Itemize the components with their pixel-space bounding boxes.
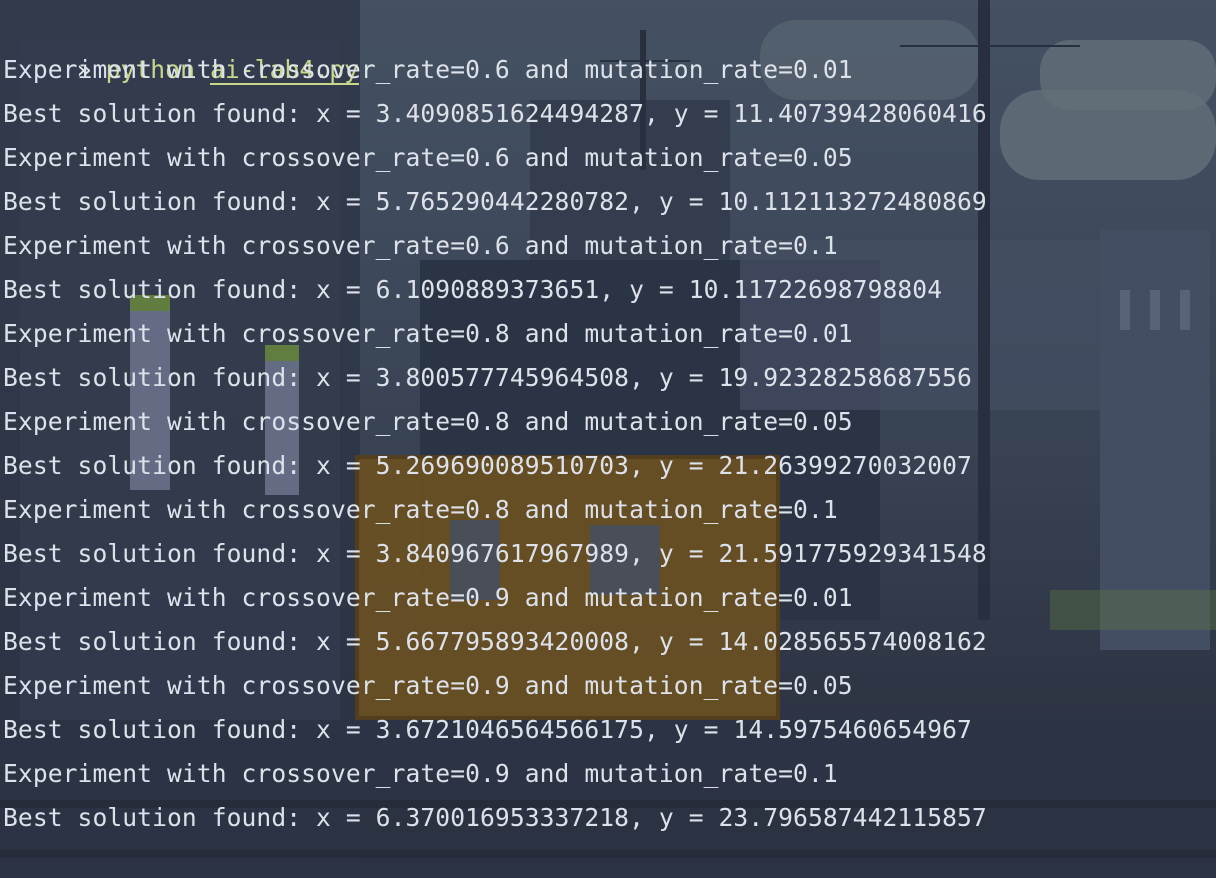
best-solution-line: Best solution found: x = 3.8005777459645… [3, 363, 972, 392]
best-solution-line: Best solution found: x = 3.6721046564566… [3, 715, 972, 744]
experiment-header-line: Experiment with crossover_rate=0.8 and m… [3, 407, 853, 436]
terminal-output[interactable]: » python ai-lab4.py Experiment with cross… [0, 0, 1216, 878]
experiment-header-line: Experiment with crossover_rate=0.8 and m… [3, 495, 838, 524]
best-solution-line: Best solution found: x = 6.3700169533372… [3, 803, 987, 832]
experiment-header-line: Experiment with crossover_rate=0.9 and m… [3, 583, 853, 612]
experiment-header-line: Experiment with crossover_rate=0.6 and m… [3, 231, 838, 260]
command-prompt-line: » python ai-lab4.py [3, 4, 1216, 84]
best-solution-line: Best solution found: x = 6.1090889373651… [3, 275, 943, 304]
best-solution-line: Best solution found: x = 3.4090851624494… [3, 99, 987, 128]
experiment-header-line: Experiment with crossover_rate=0.6 and m… [3, 143, 853, 172]
best-solution-line: Best solution found: x = 5.6677958934200… [3, 627, 987, 656]
experiment-header-line: Experiment with crossover_rate=0.9 and m… [3, 671, 853, 700]
experiment-header-line: Experiment with crossover_rate=0.8 and m… [3, 319, 853, 348]
best-solution-line: Best solution found: x = 5.7652904422807… [3, 187, 987, 216]
experiment-header-line: Experiment with crossover_rate=0.6 and m… [3, 55, 853, 84]
best-solution-line: Best solution found: x = 5.2696900895107… [3, 451, 972, 480]
experiment-header-line: Experiment with crossover_rate=0.9 and m… [3, 759, 838, 788]
best-solution-line: Best solution found: x = 3.8409676179679… [3, 539, 987, 568]
